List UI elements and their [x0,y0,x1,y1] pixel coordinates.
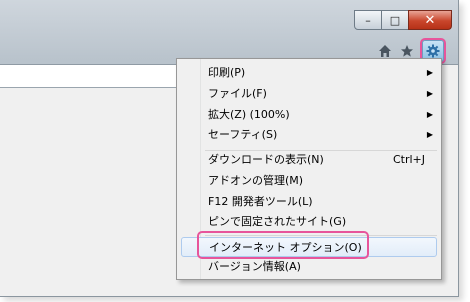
gear-icon-glyph [426,44,440,58]
submenu-arrow-icon: ▶ [426,68,433,77]
menu-item-label: F12 開発者ツール(L) [208,195,313,208]
menu-item-label: ダウンロードの表示(N) [208,153,324,166]
menu-item-about[interactable]: バージョン情報(A) [181,257,437,277]
submenu-arrow-icon: ▶ [426,130,433,139]
submenu-arrow-icon: ▶ [426,89,433,98]
menu-item-file[interactable]: ファイル(F) ▶ [181,84,437,104]
address-bar[interactable] [0,64,180,88]
close-button[interactable]: ✕ [408,10,452,30]
menu-item-label: ピンで固定されたサイト(G) [208,215,347,228]
menu-item-label: セーフティ(S) [208,128,278,141]
maximize-button[interactable]: □ [381,10,409,30]
minimize-button[interactable]: – [354,10,382,30]
menu-item-pinned-sites[interactable]: ピンで固定されたサイト(G) [181,212,437,232]
internet-options-highlight [197,231,369,259]
submenu-arrow-icon: ▶ [426,110,433,119]
star-icon-glyph [401,45,413,57]
menu-item-dev-tools[interactable]: F12 開発者ツール(L) [181,192,437,212]
menu-item-safety[interactable]: セーフティ(S) ▶ [181,125,437,145]
menu-item-print[interactable]: 印刷(P) ▶ [181,63,437,83]
menu-item-view-downloads[interactable]: ダウンロードの表示(N) Ctrl+J [181,150,437,170]
menu-item-label: アドオンの管理(M) [208,174,304,187]
menu-item-manage-addons[interactable]: アドオンの管理(M) [181,171,437,191]
menu-item-shortcut: Ctrl+J [392,153,425,166]
menu-item-label: バージョン情報(A) [208,260,301,273]
menu-item-label: 拡大(Z) (100%) [208,108,290,121]
caption-buttons: – □ ✕ [354,10,452,30]
menu-item-label: 印刷(P) [208,66,246,79]
menu-item-zoom[interactable]: 拡大(Z) (100%) ▶ [181,105,437,125]
home-icon-glyph [379,45,391,57]
menu-item-label: ファイル(F) [208,87,267,100]
